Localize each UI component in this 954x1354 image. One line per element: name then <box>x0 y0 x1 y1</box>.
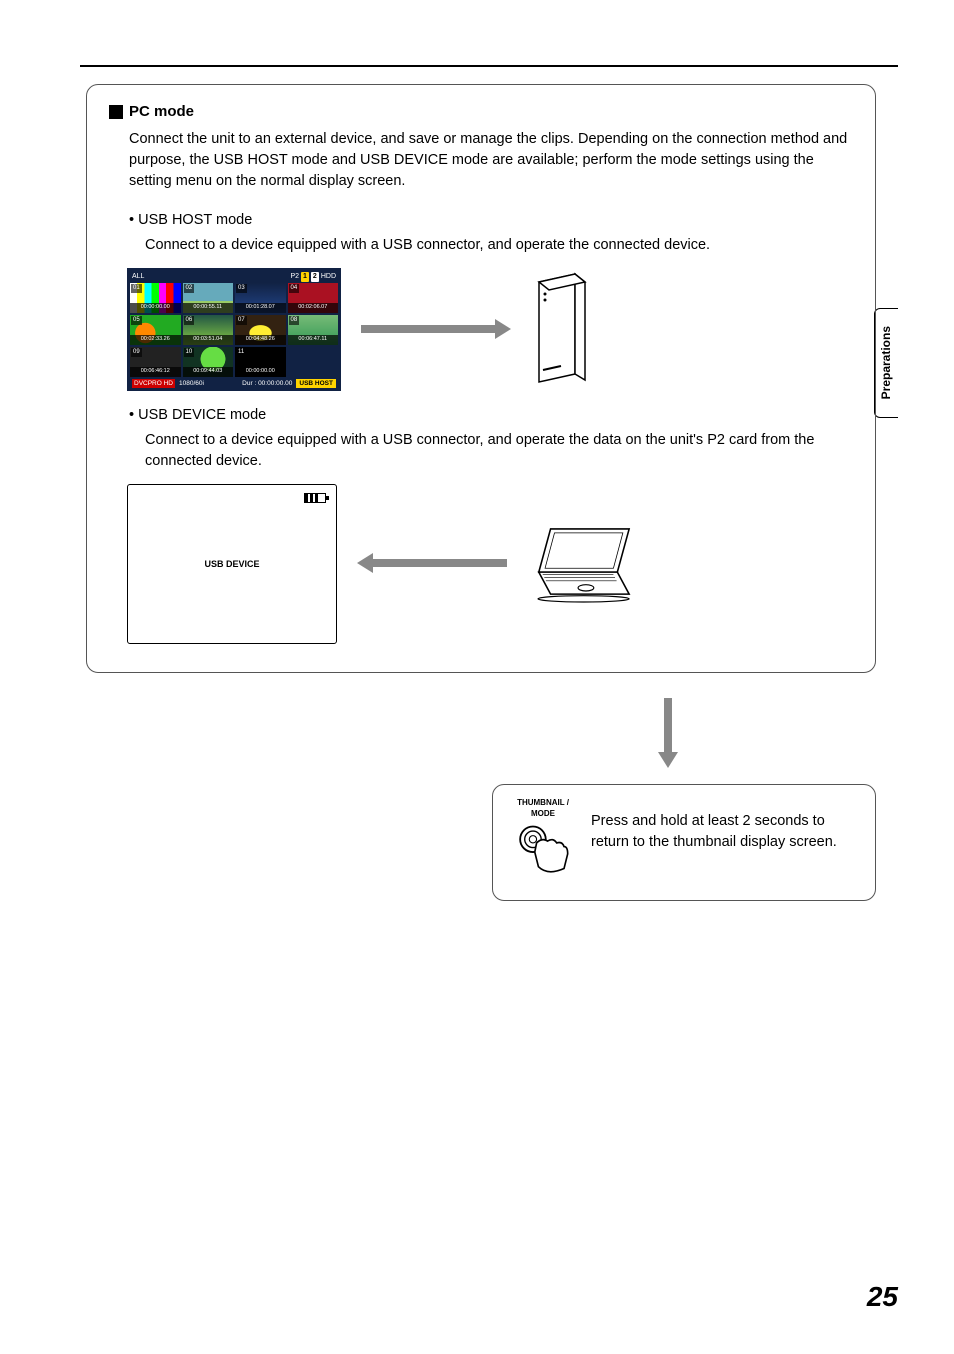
thumb-cell: 0500:02:33.26 <box>130 315 181 345</box>
thumb-cell: 0400:02:06.07 <box>288 283 339 313</box>
thumb-slot-2: 2 <box>311 272 319 282</box>
press-button-illustration: THUMBNAIL / MODE <box>511 799 575 882</box>
usb-device-box-label: USB DEVICE <box>204 558 259 571</box>
thumb-bottombar: DVCPRO HD 1080/60i Dur : 00:00:00.00 USB… <box>130 377 338 388</box>
thumb-cell: 0200:00:55.11 <box>183 283 234 313</box>
thumb-cell: 0900:06:46:12 <box>130 347 181 377</box>
usb-device-title: • USB DEVICE mode <box>129 405 853 426</box>
usb-host-section: • USB HOST mode Connect to a device equi… <box>129 210 853 256</box>
thumb-cell: 0600:03:51.04 <box>183 315 234 345</box>
arrow-right-icon <box>361 321 511 339</box>
usb-host-title: • USB HOST mode <box>129 210 853 231</box>
return-instruction-panel: THUMBNAIL / MODE Press and hold at least… <box>492 784 876 901</box>
button-name-line1: THUMBNAIL / <box>511 799 575 808</box>
thumb-cell: 0800:06:47.11 <box>288 315 339 345</box>
usb-host-illustration: ALL P2 1 2 HDD 0100:00:00.00 0200:00:55.… <box>127 268 853 392</box>
usb-device-section: • USB DEVICE mode Connect to a device eq… <box>129 405 853 472</box>
battery-icon <box>304 493 326 503</box>
heading-marker-icon <box>109 105 123 119</box>
usb-device-illustration: USB DEVICE <box>127 484 853 644</box>
thumb-cell: 1100:00:00.00 <box>235 347 286 377</box>
usb-device-box: USB DEVICE <box>127 484 337 644</box>
thumb-p2-label: P2 <box>290 272 299 282</box>
pc-mode-description: Connect the unit to an external device, … <box>129 129 853 192</box>
thumb-grid: 0100:00:00.00 0200:00:55.11 0300:01:28.0… <box>130 283 338 377</box>
pc-mode-heading: PC mode <box>109 101 853 123</box>
thumb-mode-badge: USB HOST <box>296 379 336 388</box>
page-top-rule <box>80 65 898 67</box>
thumb-topbar: ALL P2 1 2 HDD <box>130 271 338 283</box>
thumb-hdd-label: HDD <box>321 272 336 282</box>
thumb-cell: 0700:04:48.26 <box>235 315 286 345</box>
button-name-line2: MODE <box>511 810 575 819</box>
desktop-tower-icon <box>531 270 591 390</box>
usb-device-desc: Connect to a device equipped with a USB … <box>145 430 853 472</box>
pc-mode-panel: PC mode Connect the unit to an external … <box>86 84 876 673</box>
laptop-icon <box>527 525 637 604</box>
thumb-duration: Dur : 00:00:00.00 <box>242 379 292 388</box>
side-tab-preparations: Preparations <box>874 308 898 418</box>
thumb-resolution: 1080/60i <box>179 379 204 388</box>
pc-mode-title: PC mode <box>129 101 194 123</box>
thumb-slot-1: 1 <box>301 272 309 282</box>
finger-press-icon <box>511 821 575 876</box>
usb-host-desc: Connect to a device equipped with a USB … <box>145 235 853 256</box>
return-instruction-text: Press and hold at least 2 seconds to ret… <box>591 799 857 853</box>
thumb-format: DVCPRO HD <box>132 379 175 388</box>
thumbnail-screen: ALL P2 1 2 HDD 0100:00:00.00 0200:00:55.… <box>127 268 341 392</box>
thumb-cell: 0100:00:00.00 <box>130 283 181 313</box>
arrow-down-icon <box>660 698 678 768</box>
arrow-left-icon <box>357 555 507 573</box>
thumb-cell: 0300:01:28.07 <box>235 283 286 313</box>
page-number: 25 <box>867 1277 898 1318</box>
side-tab-label: Preparations <box>878 326 895 399</box>
thumb-cell: 1000:09:44.03 <box>183 347 234 377</box>
thumb-all-label: ALL <box>132 272 144 282</box>
